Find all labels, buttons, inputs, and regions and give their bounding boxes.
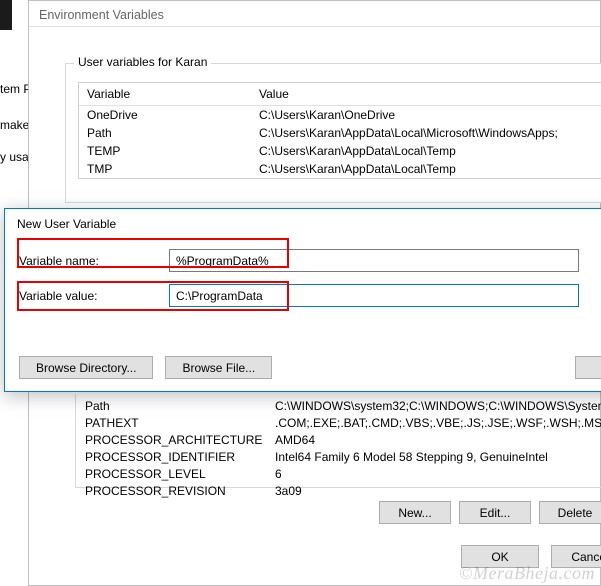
dialog-right-buttons: OK Cancel [575, 356, 601, 379]
col-variable[interactable]: Variable [79, 83, 251, 105]
col-value[interactable]: Value [251, 83, 601, 105]
table-row[interactable]: PROCESSOR_REVISION3a09 [77, 482, 601, 499]
new-button[interactable]: New... [379, 501, 451, 524]
user-group-label: User variables for Karan [74, 55, 211, 69]
crop-text-tem: tem P [0, 82, 31, 96]
table-row[interactable]: PROCESSOR_LEVEL6 [77, 465, 601, 482]
delete-button[interactable]: Delete [539, 501, 601, 524]
new-user-variable-dialog: New User Variable Variable name: Variabl… [4, 208, 601, 392]
variable-name-input[interactable] [169, 249, 579, 272]
user-variables-group: User variables for Karan Variable Value … [65, 63, 601, 203]
dialog-ok-button[interactable]: OK [575, 356, 601, 379]
table-row[interactable]: PATHEXT.COM;.EXE;.BAT;.CMD;.VBS;.VBE;.JS… [77, 414, 601, 431]
table-row[interactable]: TEMPC:\Users\Karan\AppData\Local\Temp [79, 142, 601, 160]
table-row[interactable]: PROCESSOR_ARCHITECTUREAMD64 [77, 431, 601, 448]
browse-file-button[interactable]: Browse File... [165, 356, 272, 379]
table-row[interactable]: OneDriveC:\Users\Karan\OneDrive [79, 106, 601, 124]
variable-value-input[interactable] [169, 284, 579, 307]
dark-block [0, 0, 12, 30]
system-buttons-row: New... Edit... Delete [379, 501, 601, 524]
table-row[interactable]: PathC:\Users\Karan\AppData\Local\Microso… [79, 124, 601, 142]
user-variables-table[interactable]: Variable Value OneDriveC:\Users\Karan\On… [78, 82, 601, 179]
system-variables-table[interactable]: PathC:\WINDOWS\system32;C:\WINDOWS;C:\WI… [77, 397, 601, 499]
variable-value-row: Variable value: [19, 284, 601, 307]
dialog-title: New User Variable [5, 209, 601, 237]
table-row[interactable]: TMPC:\Users\Karan\AppData\Local\Temp [79, 160, 601, 178]
table-header: Variable Value [79, 83, 601, 106]
crop-text-make: make [0, 118, 29, 132]
variable-name-row: Variable name: [19, 249, 601, 272]
table-row[interactable]: PROCESSOR_IDENTIFIERIntel64 Family 6 Mod… [77, 448, 601, 465]
watermark: ©MeraBheja.com [459, 563, 595, 584]
variable-value-label: Variable value: [19, 289, 169, 303]
edit-button[interactable]: Edit... [459, 501, 531, 524]
table-row[interactable]: PathC:\WINDOWS\system32;C:\WINDOWS;C:\WI… [77, 397, 601, 414]
window-title: Environment Variables [29, 1, 600, 27]
dialog-left-buttons: Browse Directory... Browse File... [19, 356, 272, 379]
variable-name-label: Variable name: [19, 254, 169, 268]
browse-directory-button[interactable]: Browse Directory... [19, 356, 153, 379]
